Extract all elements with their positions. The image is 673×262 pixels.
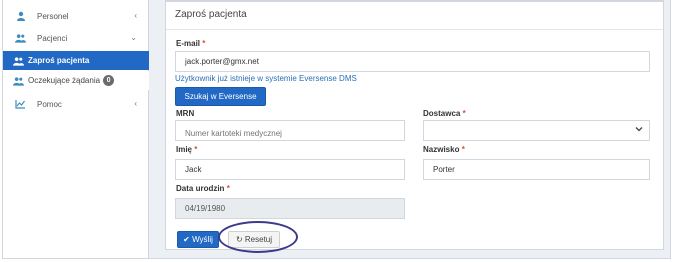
sidebar-subitem-label: Oczekujące żądania xyxy=(28,76,101,85)
email-label: E-mail * xyxy=(176,39,205,48)
required-marker: * xyxy=(462,109,466,118)
submit-button[interactable]: ✔ Wyślij xyxy=(177,231,219,248)
sidebar-item-label: Pomoc xyxy=(37,99,62,109)
users-icon xyxy=(13,76,24,86)
highlight-oval xyxy=(218,221,298,253)
chevron-left-icon: ‹ xyxy=(134,11,137,20)
users-icon xyxy=(13,56,24,66)
required-marker: * xyxy=(194,145,198,154)
user-exists-note: Użytkownik już istnieje w systemie Evers… xyxy=(175,74,357,83)
count-badge: 0 xyxy=(103,75,115,86)
sidebar-item-pacjenci[interactable]: Pacjenci ⌄ xyxy=(3,28,149,48)
email-label-text: E-mail xyxy=(176,39,201,48)
email-field[interactable]: jack.porter@gmx.net xyxy=(175,51,650,72)
panel-title: Zaproś pacjenta xyxy=(166,2,663,30)
sidebar-subitem-invite-patient[interactable]: Zaproś pacjenta xyxy=(3,51,149,70)
chevron-down-icon: ⌄ xyxy=(130,33,137,42)
mrn-field[interactable] xyxy=(175,120,405,141)
sidebar-item-personel[interactable]: Personel ‹ xyxy=(3,6,149,26)
required-marker: * xyxy=(226,184,230,193)
provider-label-text: Dostawca xyxy=(423,109,461,118)
search-eversense-button[interactable]: Szukaj w Eversense xyxy=(175,87,266,106)
chart-line-icon xyxy=(15,99,26,110)
sidebar-subitem-pending-requests[interactable]: Oczekujące żądania 0 xyxy=(3,71,149,90)
check-icon: ✔ xyxy=(183,235,190,244)
sidebar-item-label: Pacjenci xyxy=(37,33,68,43)
sidebar: Personel ‹ Pacjenci ⌄ Zaproś pacjenta Oc… xyxy=(3,0,149,258)
sidebar-item-label: Personel xyxy=(37,11,69,21)
sidebar-subitem-label: Zaproś pacjenta xyxy=(28,56,90,65)
submit-button-label: Wyślij xyxy=(192,235,213,244)
users-icon xyxy=(15,33,26,44)
chevron-down-icon xyxy=(635,125,643,135)
invite-patient-panel: Zaproś pacjenta E-mail * jack.porter@gmx… xyxy=(165,0,664,250)
required-marker: * xyxy=(461,145,465,154)
first-name-field[interactable]: Jack xyxy=(175,159,405,180)
last-name-label-text: Nazwisko xyxy=(423,145,460,154)
chevron-left-icon: ‹ xyxy=(134,99,137,108)
first-name-label-text: Imię xyxy=(176,145,193,154)
mrn-label: MRN xyxy=(176,109,195,118)
dob-label-text: Data urodzin xyxy=(176,184,225,193)
first-name-label: Imię * xyxy=(176,145,197,154)
user-icon xyxy=(15,11,26,22)
last-name-label: Nazwisko * xyxy=(423,145,465,154)
sidebar-item-pomoc[interactable]: Pomoc ‹ xyxy=(3,94,149,114)
provider-label: Dostawca * xyxy=(423,109,466,118)
last-name-field[interactable]: Porter xyxy=(423,159,650,180)
provider-select[interactable] xyxy=(423,120,650,141)
dob-field: 04/19/1980 xyxy=(175,198,405,219)
dob-label: Data urodzin * xyxy=(176,184,230,193)
required-marker: * xyxy=(202,39,206,48)
